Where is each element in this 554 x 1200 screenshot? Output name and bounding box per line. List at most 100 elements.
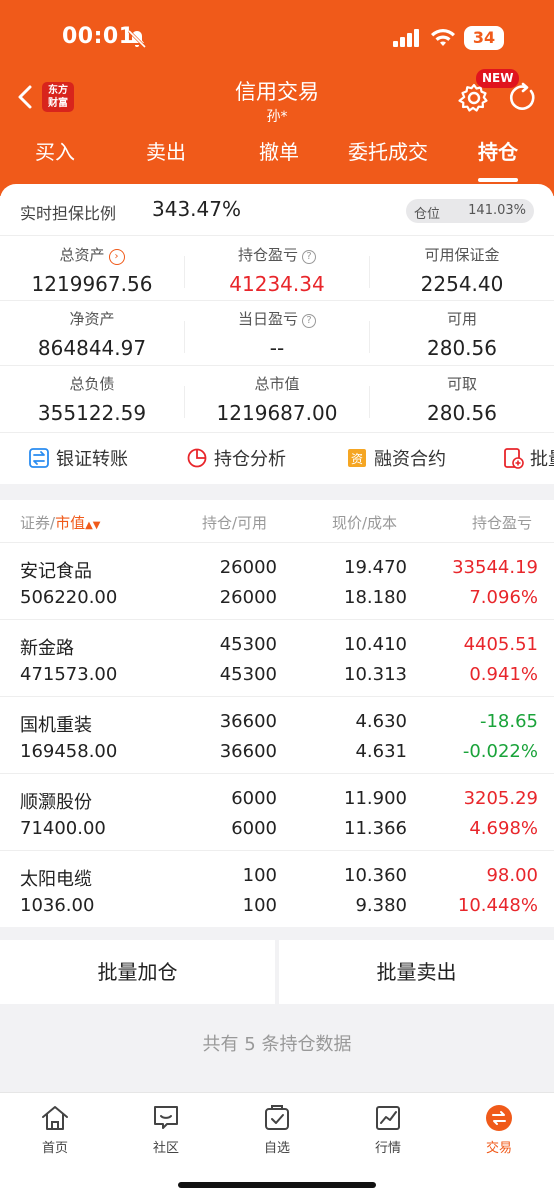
holding-available: 45300 (219, 664, 277, 685)
holding-market-value: 506220.00 (20, 587, 118, 608)
tab-buy[interactable]: 买入 (5, 136, 105, 165)
position-analysis-button[interactable]: 持仓分析 (186, 445, 286, 471)
refresh-icon[interactable] (506, 82, 538, 114)
holding-available: 26000 (219, 587, 277, 608)
metric-withdrawable: 可取 280.56 (370, 373, 554, 425)
holding-market-value: 1036.00 (20, 895, 95, 916)
bank-transfer-button[interactable]: 银证转账 (28, 445, 128, 471)
contract-icon: 资 (348, 449, 366, 467)
position-ratio-value: 141.03% (468, 203, 526, 218)
tool-label: 批量 (530, 449, 554, 470)
metric-net-assets: 净资产 864844.97 (0, 308, 184, 360)
holding-name: 安记食品 (20, 561, 92, 582)
tab-orders[interactable]: 委托成交 (337, 136, 439, 165)
wifi-icon (431, 29, 455, 46)
metric-total-assets[interactable]: 总资产 › 1219967.56 (0, 244, 184, 296)
metric-label: 可用 (446, 310, 477, 328)
holding-name: 国机重装 (20, 715, 92, 736)
batch-sell-button[interactable]: 批量卖出 (279, 940, 554, 1004)
margin-contract-button[interactable]: 资 融资合约 (346, 445, 446, 471)
metric-label: 总资产 (59, 246, 105, 264)
tool-label: 持仓分析 (214, 449, 286, 470)
chevron-right-icon[interactable]: › (108, 249, 125, 265)
nav-label: 社区 (152, 1141, 179, 1156)
metric-label: 可用保证金 (424, 246, 500, 264)
active-tab-indicator (478, 178, 518, 182)
nav-community[interactable]: 社区 (126, 1103, 206, 1156)
holding-row[interactable]: 安记食品 506220.00 26000 26000 19.470 18.180… (0, 542, 554, 619)
nav-trade[interactable]: 交易 (459, 1103, 539, 1156)
holding-pnl: -18.65 (479, 711, 538, 732)
header-security-label[interactable]: 证券 (20, 514, 50, 532)
nav-label: 自选 (263, 1141, 290, 1156)
status-time: 00:01 (62, 24, 135, 49)
divider (184, 256, 185, 288)
sort-icon[interactable]: ▲▼ (85, 520, 100, 531)
tab-cancel[interactable]: 撤单 (229, 136, 329, 165)
holding-pnl-pct: 0.941% (469, 664, 538, 685)
holding-pnl: 3205.29 (463, 788, 538, 809)
nav-market[interactable]: 行情 (348, 1103, 428, 1156)
holding-qty: 100 (242, 865, 277, 886)
divider (369, 386, 370, 418)
home-indicator[interactable] (178, 1182, 376, 1188)
nav-home[interactable]: 首页 (15, 1103, 95, 1156)
holding-price: 4.630 (355, 711, 407, 732)
holding-pnl: 98.00 (486, 865, 538, 886)
holding-market-value: 169458.00 (20, 741, 118, 762)
holding-row[interactable]: 新金路 471573.00 45300 45300 10.410 10.313 … (0, 619, 554, 696)
metric-value: 355122.59 (37, 401, 147, 425)
collateral-ratio-row: 实时担保比例 343.47% 仓位 141.03% (0, 184, 554, 236)
metric-label: 当日盈亏 (237, 310, 298, 328)
help-icon[interactable]: ? (302, 314, 316, 328)
holding-cost: 18.180 (344, 587, 407, 608)
header-col-pnl: 持仓盈亏 (472, 514, 533, 532)
holding-row[interactable]: 顺灏股份 71400.00 6000 6000 11.900 11.366 32… (0, 773, 554, 850)
watchlist-icon (265, 1105, 289, 1130)
tool-label: 银证转账 (56, 449, 128, 470)
metric-position-pnl: 持仓盈亏? 41234.34 (185, 244, 369, 296)
batch-icon (504, 448, 524, 469)
help-icon[interactable]: ? (302, 250, 316, 264)
quick-tools-row: 银证转账 持仓分析 资 融资合约 批量 (0, 432, 554, 484)
batch-button[interactable]: 批量 (502, 445, 554, 471)
metric-value: 1219967.56 (31, 272, 153, 296)
header-col-price: 现价/成本 (332, 514, 398, 532)
chart-icon (376, 1106, 400, 1130)
trade-tabs: 买入 卖出 撤单 委托成交 持仓 (0, 136, 554, 180)
metric-value: 1219687.00 (216, 401, 338, 425)
holding-row[interactable]: 国机重装 169458.00 36600 36600 4.630 4.631 -… (0, 696, 554, 773)
holding-name: 太阳电缆 (20, 869, 92, 890)
metric-label: 总市值 (254, 375, 300, 393)
metric-label: 可取 (446, 375, 477, 393)
holding-price: 10.360 (344, 865, 407, 886)
metric-value: -- (269, 336, 285, 360)
holding-row[interactable]: 太阳电缆 1036.00 100 100 10.360 9.380 98.00 … (0, 850, 554, 927)
holding-pnl-pct: 10.448% (457, 895, 538, 916)
nav-watchlist[interactable]: 自选 (237, 1103, 317, 1156)
holding-price: 11.900 (344, 788, 407, 809)
collateral-ratio-label: 实时担保比例 (20, 204, 117, 223)
holding-name: 顺灏股份 (20, 792, 92, 813)
holding-market-value: 71400.00 (20, 818, 106, 839)
batch-add-button[interactable]: 批量加仓 (0, 940, 275, 1004)
holdings-list: 证券/市值▲▼ 持仓/可用 现价/成本 持仓盈亏 安记食品 506220.00 … (0, 500, 554, 927)
position-ratio-label: 仓位 (414, 207, 441, 222)
metric-value: 280.56 (427, 336, 497, 360)
metric-available: 可用 280.56 (370, 308, 554, 360)
header-col-qty: 持仓/可用 (202, 514, 268, 532)
divider (369, 321, 370, 353)
holding-qty: 26000 (219, 557, 277, 578)
holding-name: 新金路 (20, 638, 74, 659)
tab-positions[interactable]: 持仓 (448, 136, 548, 165)
header-market-value-label[interactable]: 市值 (55, 514, 85, 532)
metric-total-liabilities: 总负债 355122.59 (0, 373, 184, 425)
holding-cost: 4.631 (355, 741, 407, 762)
svg-text:资: 资 (351, 452, 363, 466)
tab-sell[interactable]: 卖出 (116, 136, 216, 165)
holding-qty: 36600 (219, 711, 277, 732)
holding-market-value: 471573.00 (20, 664, 118, 685)
holding-available: 36600 (219, 741, 277, 762)
batch-actions: 批量加仓 批量卖出 (0, 940, 554, 1004)
holding-pnl-pct: 7.096% (469, 587, 538, 608)
